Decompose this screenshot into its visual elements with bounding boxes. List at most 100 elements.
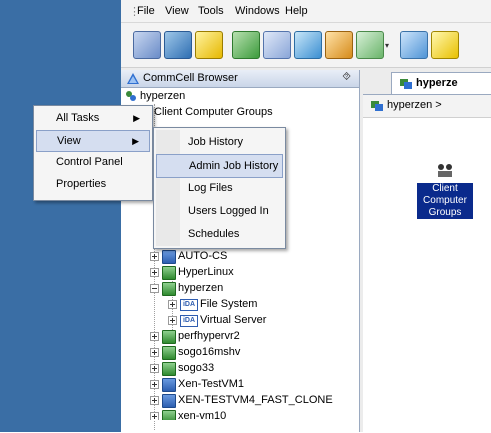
commcell-root-icon	[126, 91, 136, 101]
client-groups-icon	[438, 164, 452, 177]
expand-icon[interactable]	[168, 316, 177, 325]
expand-icon[interactable]	[150, 268, 159, 277]
menu-item-label: Properties	[56, 178, 107, 190]
policies-dropdown-icon[interactable]: ▾	[385, 41, 389, 50]
main-content: hyperzen > Client Computer Groups	[363, 94, 491, 433]
tab-label: hyperze	[416, 77, 458, 89]
tree-node-agent[interactable]: iDA File System	[161, 296, 351, 312]
toolbar: ▾	[121, 23, 491, 68]
tab-hyperzen[interactable]: hyperze	[391, 72, 491, 95]
client-computer-icon	[162, 346, 176, 360]
menu-item-label: Control Panel	[56, 156, 123, 168]
tile-label: Client Computer Groups	[417, 183, 473, 219]
client-computer-icon	[162, 378, 176, 392]
menu-view[interactable]: View	[165, 5, 189, 17]
tile-label-line: Client	[432, 183, 458, 194]
ida-icon: iDA	[180, 299, 198, 311]
client-computer-icon	[162, 362, 176, 376]
menu-help[interactable]: Help	[285, 5, 308, 17]
tile-label-line: Groups	[428, 207, 462, 218]
client-computer-icon	[371, 101, 383, 111]
tree-node-label: Client Computer Groups	[154, 106, 273, 118]
new-icon[interactable]	[133, 31, 161, 59]
submenu-item-users-logged-in[interactable]: Users Logged In	[156, 200, 283, 222]
tree-node-client[interactable]: hyperzen	[143, 280, 343, 296]
submenu-item-log-files[interactable]: Log Files	[156, 177, 283, 199]
tree-node-label: Virtual Server	[200, 314, 267, 326]
menu-item-all-tasks[interactable]: All Tasks ▶	[36, 108, 150, 128]
expand-icon[interactable]	[168, 300, 177, 309]
commcell-browser-panel: CommCell Browser ⯑ hyperzen Client Compu…	[121, 70, 360, 432]
submenu-item-schedules[interactable]: Schedules	[156, 223, 283, 245]
tree-node-label: AUTO-CS	[178, 250, 228, 262]
tree-node-label: Xen-TestVM1	[178, 378, 245, 390]
menu-windows[interactable]: Windows	[235, 5, 280, 17]
menu-file[interactable]: File	[137, 5, 155, 17]
tree-node-client[interactable]: sogo33	[143, 360, 343, 376]
commcell-icon	[127, 73, 139, 84]
tree-node-client[interactable]: HyperLinux	[143, 264, 343, 280]
menu-item-label: Admin Job History	[189, 160, 279, 172]
menu-bar: ⋮ File View Tools Windows Help	[121, 0, 491, 23]
submenu-item-job-history[interactable]: Job History	[156, 131, 283, 153]
menu-tools[interactable]: Tools	[198, 5, 224, 17]
breadcrumb: hyperzen >	[363, 95, 491, 118]
menu-item-label: All Tasks	[56, 112, 100, 124]
menu-item-label: Users Logged In	[188, 205, 269, 217]
breadcrumb-label[interactable]: hyperzen >	[387, 99, 442, 111]
client-computer-icon	[162, 266, 176, 280]
alerts-icon[interactable]	[400, 31, 428, 59]
tree-node-label: File System	[200, 298, 258, 310]
tree-node-label: xen-vm10	[178, 410, 227, 420]
reports-icon[interactable]	[325, 31, 353, 59]
tree-node-label: sogo16mshv	[178, 346, 241, 358]
menu-item-label: View	[57, 135, 81, 147]
menu-item-control-panel[interactable]: Control Panel	[36, 152, 150, 172]
menu-item-properties[interactable]: Properties	[36, 174, 150, 194]
storage-icon[interactable]	[294, 31, 322, 59]
calendar-icon[interactable]	[263, 31, 291, 59]
client-computer-icon	[162, 410, 176, 420]
submenu-arrow-icon: ▶	[133, 113, 140, 123]
client-computer-icon	[400, 79, 412, 89]
submenu-item-admin-job-history[interactable]: Admin Job History	[156, 154, 283, 178]
help-icon[interactable]	[195, 31, 223, 59]
expand-icon[interactable]	[150, 412, 159, 420]
collapse-icon[interactable]	[150, 284, 159, 293]
menu-item-view[interactable]: View ▶	[36, 130, 150, 152]
tree-node-agent[interactable]: iDA Virtual Server	[161, 312, 351, 328]
client-computer-icon	[162, 394, 176, 408]
tree-node-label: sogo33	[178, 362, 215, 374]
tree-node-client-groups[interactable]: Client Computer Groups	[139, 104, 339, 120]
client-computer-groups-tile[interactable]: Client Computer Groups	[415, 157, 475, 221]
view-submenu: Job History Admin Job History Log Files …	[153, 127, 286, 249]
expand-icon[interactable]	[150, 252, 159, 261]
desktop-background	[0, 0, 121, 432]
tree-node-root[interactable]: hyperzen	[125, 88, 305, 104]
tree-node-client[interactable]: perfhypervr2	[143, 328, 343, 344]
expand-icon[interactable]	[150, 348, 159, 357]
console-icon[interactable]	[164, 31, 192, 59]
tree-node-client[interactable]: XEN-TESTVM4_FAST_CLONE	[143, 392, 359, 408]
policies-icon[interactable]	[356, 31, 384, 59]
tree-node-client[interactable]: xen-vm10	[143, 408, 343, 420]
context-menu: All Tasks ▶ View ▶ Control Panel Propert…	[33, 105, 153, 201]
expand-icon[interactable]	[150, 380, 159, 389]
submenu-arrow-icon: ▶	[132, 136, 139, 146]
pin-icon[interactable]: ⯑	[342, 71, 351, 84]
tree-node-label: HyperLinux	[178, 266, 234, 278]
clients-icon[interactable]	[232, 31, 260, 59]
expand-icon[interactable]	[150, 332, 159, 341]
tree-node-label: hyperzen	[140, 90, 186, 102]
expand-icon[interactable]	[150, 396, 159, 405]
panel-header: CommCell Browser ⯑	[121, 70, 359, 88]
tree-node-label: XEN-TESTVM4_FAST_CLONE	[178, 394, 333, 406]
tree-node-client[interactable]: sogo16mshv	[143, 344, 343, 360]
tree-node-client[interactable]: AUTO-CS	[143, 248, 343, 264]
export-icon[interactable]	[431, 31, 459, 59]
ida-icon: iDA	[180, 315, 198, 327]
menu-item-label: Schedules	[188, 228, 240, 240]
expand-icon[interactable]	[150, 364, 159, 373]
client-computer-icon	[162, 330, 176, 344]
tree-node-client[interactable]: Xen-TestVM1	[143, 376, 343, 392]
